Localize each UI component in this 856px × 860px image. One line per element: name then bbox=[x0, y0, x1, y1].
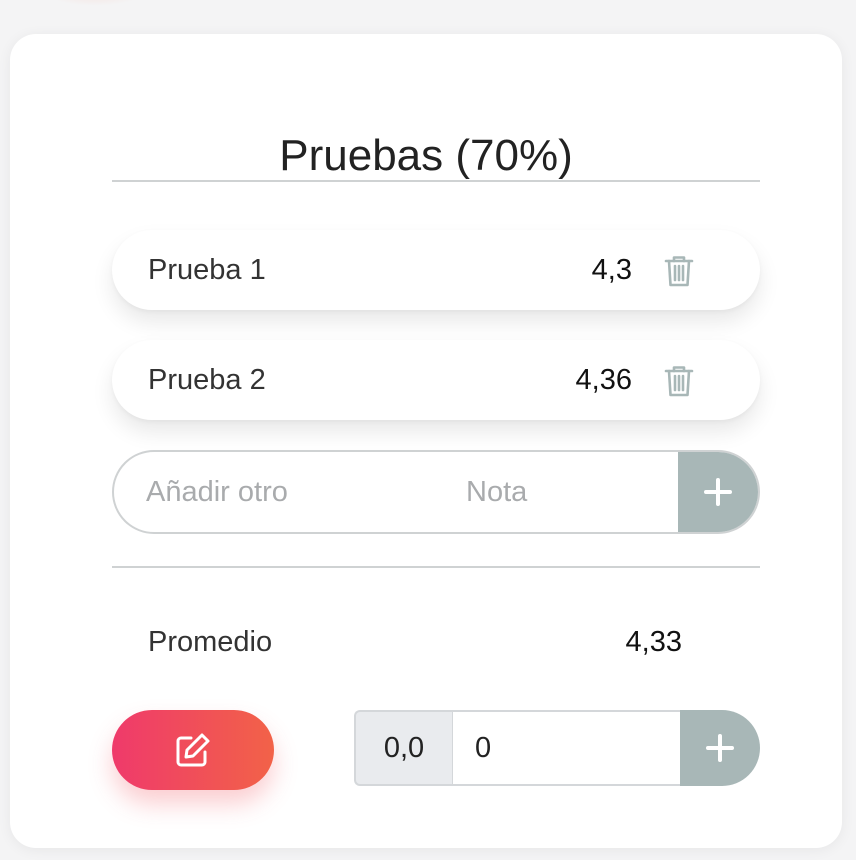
weight-input[interactable] bbox=[452, 710, 680, 786]
top-decoration bbox=[40, 0, 150, 6]
weight-prefix: 0,0 bbox=[354, 710, 452, 786]
plus-icon bbox=[704, 478, 732, 506]
weight-input-group: 0,0 bbox=[354, 710, 760, 786]
grade-item: Prueba 1 4,3 bbox=[112, 230, 760, 310]
grade-item-value: 4,3 bbox=[591, 254, 632, 286]
grade-item-value: 4,36 bbox=[575, 364, 632, 396]
edit-icon bbox=[176, 733, 210, 767]
grade-item: Prueba 2 4,36 bbox=[112, 340, 760, 420]
add-grade-button[interactable] bbox=[678, 452, 758, 532]
plus-icon bbox=[706, 734, 734, 762]
section-divider bbox=[112, 566, 760, 568]
new-grade-value-input[interactable] bbox=[466, 452, 666, 532]
add-grade-form bbox=[112, 450, 760, 534]
add-weight-button[interactable] bbox=[680, 710, 760, 786]
trash-icon[interactable] bbox=[664, 365, 694, 397]
edit-button[interactable] bbox=[112, 710, 274, 790]
average-value: 4,33 bbox=[625, 626, 682, 658]
trash-icon[interactable] bbox=[664, 255, 694, 287]
title-divider bbox=[112, 180, 760, 182]
new-grade-name-input[interactable] bbox=[146, 452, 436, 532]
category-title: Pruebas (70%) bbox=[279, 131, 573, 180]
average-label: Promedio bbox=[148, 626, 273, 658]
grade-item-name: Prueba 1 bbox=[148, 254, 266, 286]
grade-item-name: Prueba 2 bbox=[148, 364, 266, 396]
grade-category-card: Pruebas (70%) Prueba 1 4,3 Prueba 2 4,36 bbox=[10, 34, 842, 848]
